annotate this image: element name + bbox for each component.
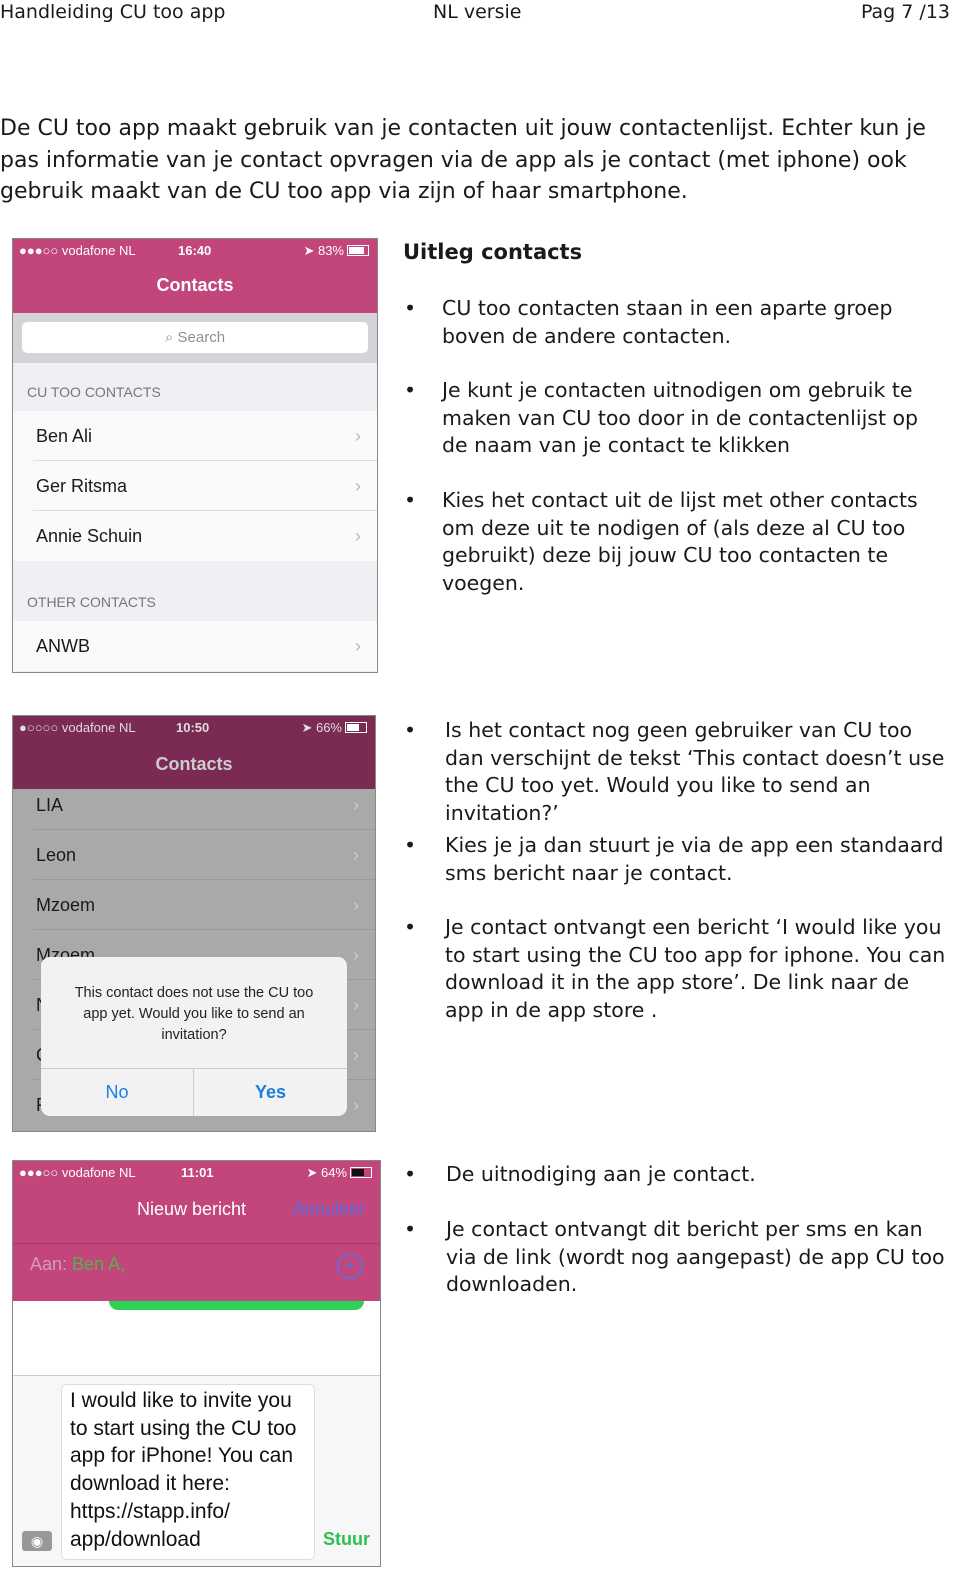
- chevron-right-icon: ›: [355, 476, 361, 496]
- search-area: ⌕ Search: [13, 313, 377, 363]
- recipient-chip: Ben A,: [72, 1254, 126, 1274]
- status-bar: ●○○○○ vodafone NL 10:50 ➤ 66%: [13, 716, 375, 740]
- header-center: NL versie: [433, 1, 522, 23]
- contact-row[interactable]: Ben Ali ›: [13, 411, 377, 461]
- nav-title: Nieuw bericht: [137, 1199, 247, 1219]
- contact-row[interactable]: LIA ›: [13, 780, 375, 830]
- document-page: Handleiding CU too app NL versie Pag 7 /…: [0, 0, 960, 1579]
- nav-title: Contacts: [155, 754, 233, 774]
- clock: 11:01: [181, 1165, 214, 1180]
- add-contact-icon[interactable]: +: [337, 1253, 363, 1279]
- camera-icon[interactable]: ◉: [22, 1531, 52, 1551]
- location-icon: ➤: [306, 1165, 321, 1180]
- status-bar: ●●●○○ vodafone NL 16:40 ➤ 83%: [13, 239, 377, 263]
- nav-title: Contacts: [156, 275, 234, 295]
- chevron-right-icon: ›: [355, 426, 361, 446]
- battery-icon: [350, 1167, 372, 1178]
- location-icon: ➤: [301, 720, 316, 735]
- send-button[interactable]: Stuur: [323, 1529, 370, 1550]
- cancel-button[interactable]: Annuleer: [293, 1199, 365, 1220]
- invite-dialog-screenshot: ●○○○○ vodafone NL 10:50 ➤ 66% Contacts L…: [12, 715, 376, 1132]
- section-title: Uitleg contacts: [403, 240, 583, 264]
- search-icon: ⌕: [164, 329, 178, 346]
- message-input[interactable]: I would like to invite you to start usin…: [61, 1384, 315, 1560]
- contacts-screenshot: ●●●○○ vodafone NL 16:40 ➤ 83% Contacts ⌕…: [12, 238, 378, 673]
- carrier: ●●●○○ vodafone NL: [19, 1165, 136, 1180]
- contact-row[interactable]: Leon ›: [13, 830, 375, 880]
- chevron-right-icon: ›: [355, 526, 361, 546]
- battery-percent: 64%: [320, 1165, 347, 1180]
- battery-icon: [345, 722, 367, 733]
- clock: 16:40: [178, 243, 212, 258]
- section-header-cu-too: CU TOO CONTACTS: [27, 384, 161, 400]
- sms-screenshot: ●●●○○ vodafone NL 11:01 ➤ 64% Nieuw beri…: [12, 1160, 381, 1567]
- contact-row[interactable]: Ger Ritsma ›: [13, 461, 377, 511]
- status-bar: ●●●○○ vodafone NL 11:01 ➤ 64%: [13, 1161, 380, 1185]
- clock: 10:50: [176, 720, 210, 735]
- battery-icon: [347, 245, 369, 256]
- chevron-right-icon: ›: [355, 636, 361, 656]
- no-button[interactable]: No: [41, 1069, 194, 1116]
- header-left: Handleiding CU too app: [0, 1, 226, 23]
- contact-row[interactable]: ANWB ›: [13, 621, 377, 671]
- battery-percent: 66%: [315, 720, 342, 735]
- alert-message: This contact does not use the CU too app…: [74, 985, 314, 1043]
- battery-percent: 83%: [317, 243, 344, 258]
- message-bubble: [109, 1301, 364, 1310]
- alert-dialog: This contact does not use the CU too app…: [41, 957, 347, 1116]
- page-number: Pag 7 /13: [860, 1, 950, 23]
- contact-row[interactable]: Annie Schuin ›: [13, 511, 377, 561]
- search-input[interactable]: ⌕ Search: [22, 322, 368, 353]
- to-field[interactable]: Aan: Ben A,: [30, 1254, 125, 1275]
- contact-row[interactable]: Mzoem ›: [13, 880, 375, 930]
- yes-button[interactable]: Yes: [194, 1069, 347, 1116]
- carrier: ●○○○○ vodafone NL: [19, 720, 136, 735]
- location-icon: ➤: [303, 243, 318, 258]
- intro-paragraph: De CU too app maakt gebruik van je conta…: [0, 116, 926, 204]
- section-header-other: OTHER CONTACTS: [27, 594, 156, 610]
- carrier: ●●●○○ vodafone NL: [19, 243, 136, 258]
